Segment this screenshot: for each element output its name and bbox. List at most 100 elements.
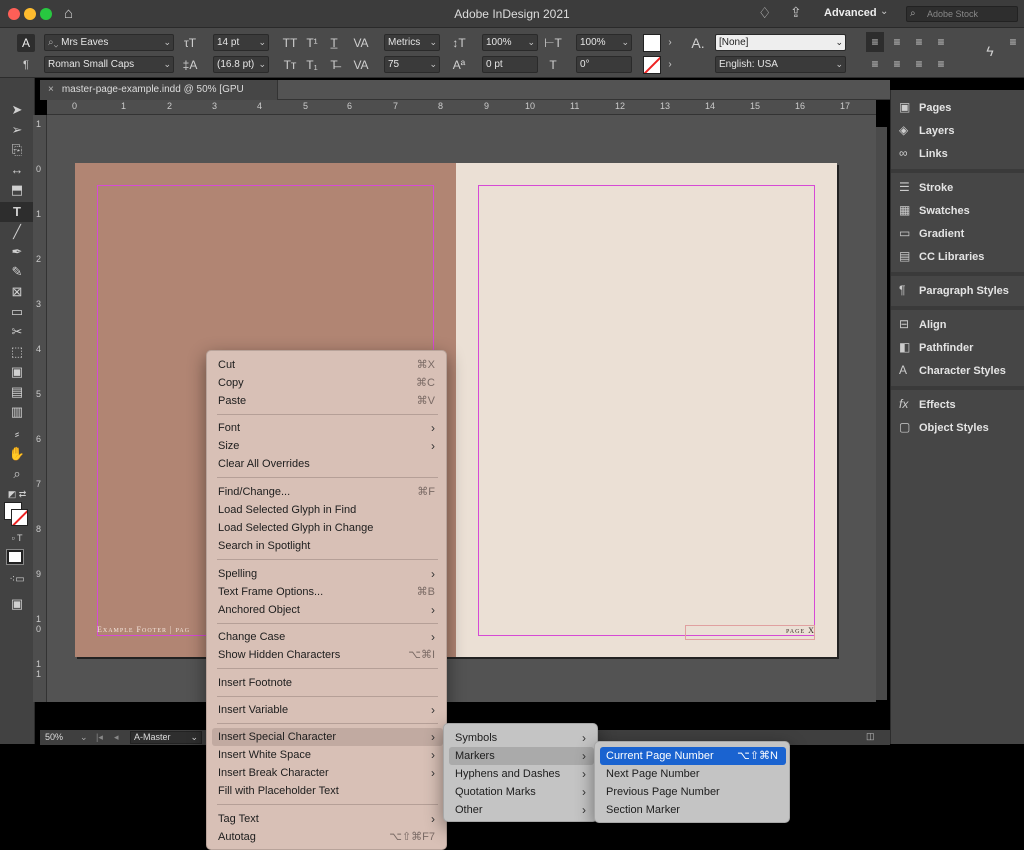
share-icon[interactable]: ⇪	[790, 4, 802, 21]
menu-item-font[interactable]: Font ›	[212, 419, 443, 437]
menu-item-change-case[interactable]: Change Case ›	[212, 628, 443, 646]
chevron-right-icon[interactable]: ›	[664, 36, 676, 50]
character-mode-button[interactable]: A	[17, 34, 35, 52]
pencil-tool-icon[interactable]: ✎	[0, 262, 34, 282]
gap-tool-icon[interactable]: ↔	[0, 160, 34, 180]
menu-item-insert-break-character[interactable]: Insert Break Character ›	[212, 764, 443, 782]
eyedropper-tool-icon[interactable]: ⸗	[0, 424, 34, 444]
chevron-down-icon[interactable]: ⌄	[80, 732, 88, 743]
content-collector-icon[interactable]: ⬒	[0, 180, 34, 200]
menu-item-spelling[interactable]: Spelling ›	[212, 565, 443, 583]
rectangle-frame-tool-icon[interactable]: ⊠	[0, 282, 34, 302]
font-style-field[interactable]: Roman Small Caps ⌄	[44, 56, 174, 73]
subscript-icon[interactable]: T₁	[304, 58, 320, 72]
vertical-scale-field[interactable]: 100% ⌄	[482, 34, 538, 51]
panel-pages[interactable]: ▣ Pages	[899, 97, 951, 117]
lightbulb-icon[interactable]: ♢	[758, 4, 771, 22]
panel-character-styles[interactable]: A Character Styles	[899, 360, 1006, 380]
formatting-affects-text-icon[interactable]: ▫ T	[0, 528, 34, 548]
page-tool-icon[interactable]: ⎘	[0, 140, 34, 160]
menu-item-find-change[interactable]: Find/Change... ⌘F	[212, 483, 443, 501]
panel-links[interactable]: ∞ Links	[899, 143, 948, 163]
panel-align[interactable]: ⊟ Align	[899, 314, 947, 334]
panel-pathfinder[interactable]: ◧ Pathfinder	[899, 337, 973, 357]
submenu-item-current-page-number[interactable]: Current Page Number ⌥⇧⌘N	[600, 747, 786, 765]
zoom-tool-icon[interactable]: ⌕	[0, 464, 34, 484]
paragraph-mode-button[interactable]: ¶	[17, 56, 35, 74]
first-page-icon[interactable]: |◂	[96, 732, 103, 743]
minimize-window-button[interactable]	[24, 8, 36, 20]
panel-menu-icon[interactable]: ≡	[1006, 35, 1020, 49]
view-mode-icon[interactable]: ⁖▭	[0, 570, 34, 590]
align-towards-spine-icon[interactable]: ≡	[932, 35, 950, 49]
chevron-down-icon[interactable]: ⌄	[880, 6, 888, 17]
close-window-button[interactable]	[8, 8, 20, 20]
document-tab[interactable]: ×master-page-example.indd @ 50% [GPU Pre…	[40, 80, 278, 115]
submenu-item-hyphens-dashes[interactable]: Hyphens and Dashes ›	[449, 765, 594, 783]
panel-swatches[interactable]: ▦ Swatches	[899, 200, 970, 220]
submenu-item-next-page-number[interactable]: Next Page Number	[600, 765, 786, 783]
menu-item-insert-variable[interactable]: Insert Variable ›	[212, 701, 443, 719]
direct-selection-tool-icon[interactable]: ➢	[0, 120, 34, 140]
stock-search-input[interactable]: ⌕ Adobe Stock	[906, 6, 1018, 22]
menu-item-load-glyph-change[interactable]: Load Selected Glyph in Change	[212, 519, 443, 537]
note-tool-icon[interactable]: ▥	[0, 402, 34, 422]
skew-field[interactable]: 0°	[576, 56, 632, 73]
justify-right-icon[interactable]: ≡	[910, 57, 928, 71]
leading-field[interactable]: (16.8 pt) ⌄	[213, 56, 269, 73]
menu-item-insert-footnote[interactable]: Insert Footnote	[212, 674, 443, 692]
menu-item-anchored-object[interactable]: Anchored Object ›	[212, 601, 443, 619]
menu-item-load-glyph-find[interactable]: Load Selected Glyph in Find	[212, 501, 443, 519]
justify-left-icon[interactable]: ≡	[866, 57, 884, 71]
underline-icon[interactable]: T̲	[326, 36, 342, 50]
previous-page-icon[interactable]: ◂	[114, 732, 119, 743]
character-style-field[interactable]: [None] ⌄	[715, 34, 846, 51]
align-right-icon[interactable]: ≡	[910, 35, 928, 49]
small-caps-icon[interactable]: Tт	[282, 58, 298, 72]
menu-item-insert-special-character[interactable]: Insert Special Character ›	[212, 728, 443, 746]
menu-item-cut[interactable]: Cut ⌘X	[212, 356, 443, 374]
page-number-field[interactable]: A-Master ⌄	[130, 731, 202, 744]
panel-layers[interactable]: ◈ Layers	[899, 120, 954, 140]
workspace-switcher[interactable]: Advanced	[824, 7, 877, 19]
gradient-swatch-tool-icon[interactable]: ▣	[0, 362, 34, 382]
superscript-icon[interactable]: T¹	[304, 36, 320, 50]
menu-item-show-hidden-characters[interactable]: Show Hidden Characters ⌥⌘I	[212, 646, 443, 664]
rectangle-tool-icon[interactable]: ▭	[0, 302, 34, 322]
menu-item-paste[interactable]: Paste ⌘V	[212, 392, 443, 410]
fill-swatch[interactable]	[643, 34, 661, 52]
font-size-field[interactable]: 14 pt ⌄	[213, 34, 269, 51]
submenu-item-symbols[interactable]: Symbols ›	[449, 729, 594, 747]
gradient-feather-tool-icon[interactable]: ▤	[0, 382, 34, 402]
menu-item-clear-overrides[interactable]: Clear All Overrides	[212, 455, 443, 473]
right-page[interactable]: page X	[456, 163, 837, 657]
panel-effects[interactable]: fx Effects	[899, 394, 956, 414]
menu-item-size[interactable]: Size ›	[212, 437, 443, 455]
justify-center-icon[interactable]: ≡	[888, 57, 906, 71]
vertical-scrollbar[interactable]	[876, 127, 887, 700]
pen-tool-icon[interactable]: ✒	[0, 242, 34, 262]
language-field[interactable]: English: USA ⌄	[715, 56, 846, 73]
stroke-color-swatch[interactable]	[11, 509, 28, 526]
apply-color-icon[interactable]	[6, 549, 24, 565]
submenu-item-markers[interactable]: Markers ›	[449, 747, 594, 765]
selection-tool-icon[interactable]: ➤	[0, 100, 34, 120]
pasteboard[interactable]: Example Footer | pag page X	[47, 115, 887, 702]
close-tab-icon[interactable]: ×	[48, 84, 54, 95]
menu-item-autotag[interactable]: Autotag ⌥⇧⌘F7	[212, 828, 443, 846]
panel-cc-libraries[interactable]: ▤ CC Libraries	[899, 246, 984, 266]
panel-gradient[interactable]: ▭ Gradient	[899, 223, 964, 243]
panel-stroke[interactable]: ☰ Stroke	[899, 177, 953, 197]
menu-item-insert-white-space[interactable]: Insert White Space ›	[212, 746, 443, 764]
chevron-right-icon[interactable]: ›	[664, 58, 676, 72]
screen-mode-icon[interactable]: ▣	[0, 594, 34, 614]
menu-item-copy[interactable]: Copy ⌘C	[212, 374, 443, 392]
scissors-tool-icon[interactable]: ✂	[0, 322, 34, 342]
submenu-item-previous-page-number[interactable]: Previous Page Number	[600, 783, 786, 801]
default-fill-stroke-icon[interactable]: ◩ ⇄	[0, 484, 34, 504]
all-caps-icon[interactable]: TT	[282, 36, 298, 50]
zoom-level[interactable]: 50%	[45, 732, 63, 742]
quick-actions-icon[interactable]: ϟ	[982, 44, 998, 58]
strikethrough-icon[interactable]: T̶	[326, 58, 342, 72]
home-icon[interactable]: ⌂	[64, 5, 73, 22]
